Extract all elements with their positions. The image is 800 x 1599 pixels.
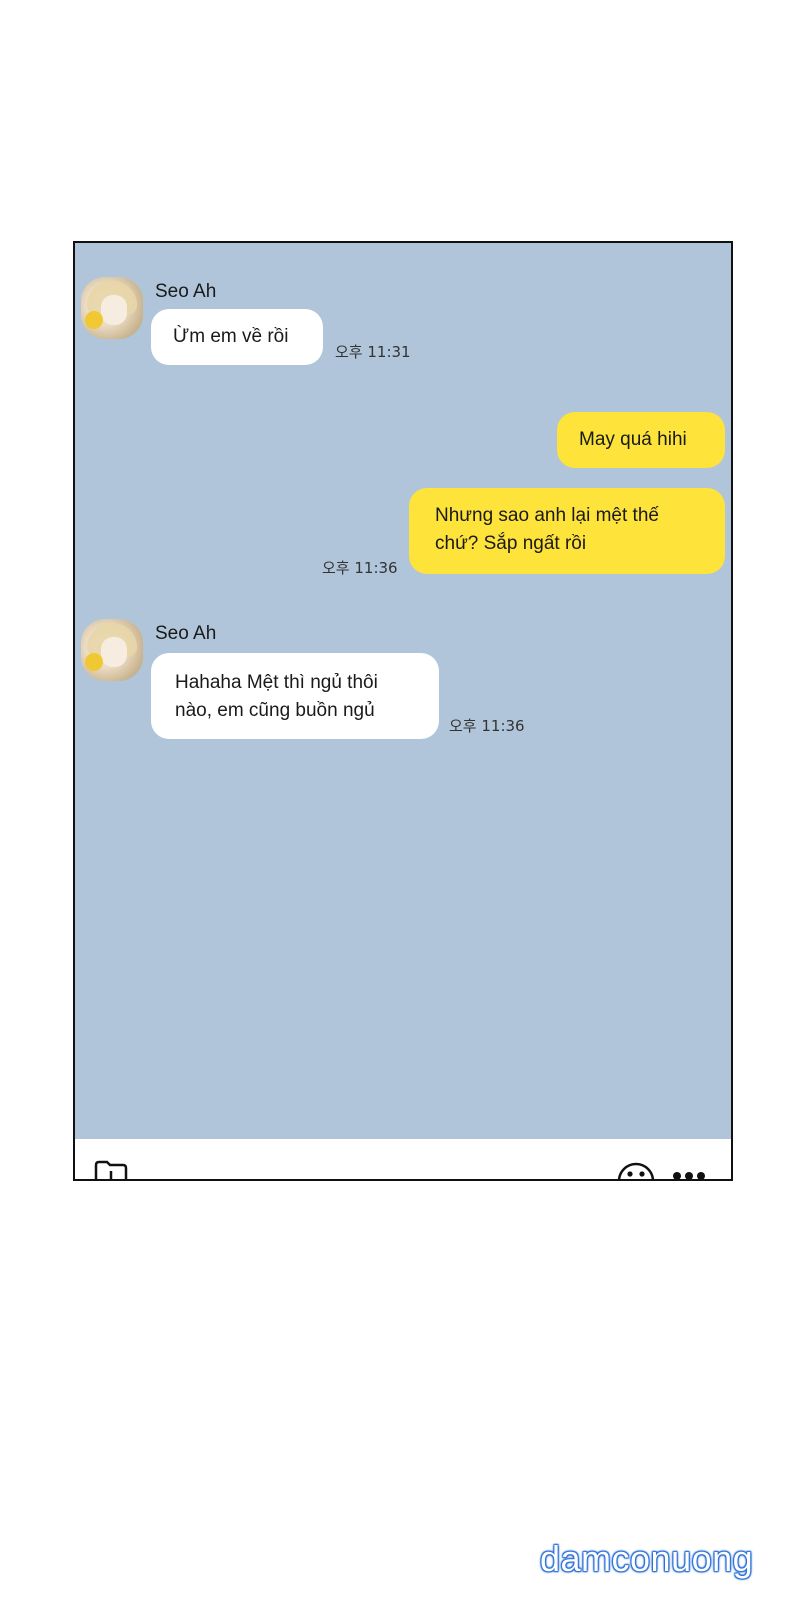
sender-name: Seo Ah: [155, 281, 217, 302]
message-bubble-outgoing[interactable]: May quá hihi: [557, 412, 725, 468]
message-text-line: Nhưng sao anh lại mệt thế: [435, 505, 659, 526]
input-toolbar: [75, 1139, 731, 1179]
sender-name: Seo Ah: [155, 623, 217, 644]
message-time: 오후 11:36: [449, 717, 525, 735]
message-text: May quá hihi: [579, 429, 687, 450]
contact-avatar[interactable]: [81, 619, 143, 681]
message-time: 오후 11:36: [322, 559, 398, 577]
message-text-line: Hahaha Mệt thì ngủ thôi: [175, 672, 378, 693]
watermark-text: damconuong: [540, 1538, 754, 1579]
message-time: 오후 11:31: [335, 343, 411, 361]
contact-avatar[interactable]: [81, 277, 143, 339]
more-icon[interactable]: [671, 1167, 709, 1181]
emoji-icon[interactable]: [617, 1159, 655, 1181]
message-bubble-incoming[interactable]: Hahaha Mệt thì ngủ thôi nào, em cũng buồ…: [151, 653, 439, 739]
message-text-line: chứ? Sắp ngất rồi: [435, 533, 587, 554]
message-text: Ừm em về rồi: [173, 326, 289, 347]
folder-plus-icon[interactable]: [93, 1159, 133, 1181]
message-bubble-incoming[interactable]: Ừm em về rồi: [151, 309, 323, 365]
chat-area[interactable]: Seo Ah Ừm em về rồi 오후 11:31 May quá hih…: [75, 243, 731, 1139]
watermark: damconuong: [540, 1538, 778, 1580]
message-text-line: nào, em cũng buồn ngủ: [175, 700, 375, 721]
chat-window: Seo Ah Ừm em về rồi 오후 11:31 May quá hih…: [73, 241, 733, 1181]
message-bubble-outgoing[interactable]: Nhưng sao anh lại mệt thế chứ? Sắp ngất …: [409, 488, 725, 574]
